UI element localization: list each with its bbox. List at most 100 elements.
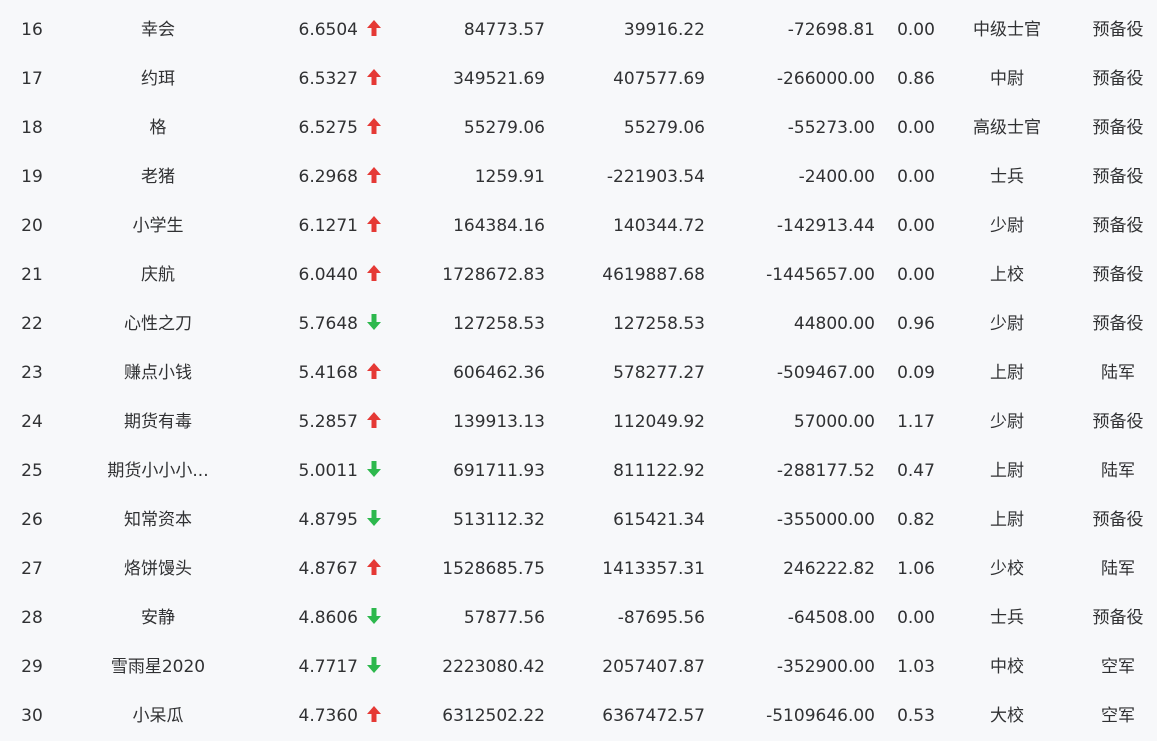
value-4-cell: 0.00 bbox=[897, 20, 935, 40]
value-3-cell: -266000.00 bbox=[776, 69, 875, 89]
table-row[interactable]: 22 心性之刀 5.7648 127258.53 127258.53 44800.00 0.… bbox=[0, 300, 1157, 349]
table-row[interactable]: 17 约珥 6.5327 349521.69 407577.69 -266000.00 0.… bbox=[0, 55, 1157, 104]
table-row[interactable]: 20 小学生 6.1271 164384.16 140344.72 -142913.44 0… bbox=[0, 202, 1157, 251]
value-2-cell: 615421.34 bbox=[613, 510, 705, 530]
rank-cell: 24 bbox=[21, 412, 43, 432]
name-cell: 小学生 bbox=[132, 216, 184, 236]
name-cell: 赚点小钱 bbox=[124, 363, 192, 383]
value-2-cell: 2057407.87 bbox=[602, 657, 705, 677]
rank-cell: 17 bbox=[21, 69, 43, 89]
table-row[interactable]: 16 幸会 6.6504 84773.57 39916.22 -72698.81 0.00 中… bbox=[0, 6, 1157, 55]
trend-cell bbox=[366, 545, 386, 594]
table-row[interactable]: 19 老猪 6.2968 1259.91 -221903.54 -2400.00 0.00 士… bbox=[0, 153, 1157, 202]
value-1-cell: 1528685.75 bbox=[442, 559, 545, 579]
value-3-cell: -72698.81 bbox=[787, 20, 875, 40]
value-3-cell: -509467.00 bbox=[776, 363, 875, 383]
arrow-down-icon bbox=[366, 656, 382, 674]
table-row[interactable]: 29 雪雨星2020 4.7717 2223080.42 2057407.87 -3529… bbox=[0, 643, 1157, 692]
table-row[interactable]: 21 庆航 6.0440 1728672.83 4619887.68 -1445657.0… bbox=[0, 251, 1157, 300]
branch-cell: 预备役 bbox=[1092, 412, 1144, 432]
table-row[interactable]: 27 烙饼馒头 4.8767 1528685.75 1413357.31 246222.8… bbox=[0, 545, 1157, 594]
arrow-down-icon bbox=[366, 509, 382, 527]
branch-cell: 预备役 bbox=[1092, 20, 1144, 40]
rank-cell: 19 bbox=[21, 167, 43, 187]
rank-cell: 23 bbox=[21, 363, 43, 383]
rank-cell: 16 bbox=[21, 20, 43, 40]
value-1-cell: 127258.53 bbox=[453, 314, 545, 334]
value-2-cell: 578277.27 bbox=[613, 363, 705, 383]
branch-cell: 空军 bbox=[1101, 657, 1135, 677]
score-cell: 4.8795 bbox=[298, 510, 358, 530]
name-cell: 小呆瓜 bbox=[132, 706, 184, 726]
value-4-cell: 1.06 bbox=[897, 559, 935, 579]
rank-cell: 27 bbox=[21, 559, 43, 579]
value-4-cell: 0.96 bbox=[897, 314, 935, 334]
value-2-cell: 127258.53 bbox=[613, 314, 705, 334]
value-2-cell: -221903.54 bbox=[606, 167, 705, 187]
arrow-up-icon bbox=[366, 215, 382, 233]
value-1-cell: 57877.56 bbox=[463, 608, 545, 628]
value-2-cell: 55279.06 bbox=[623, 118, 705, 138]
branch-cell: 陆军 bbox=[1101, 559, 1135, 579]
arrow-down-icon bbox=[366, 607, 382, 625]
military-rank-cell: 少尉 bbox=[990, 412, 1024, 432]
score-cell: 5.0011 bbox=[298, 461, 358, 481]
branch-cell: 预备役 bbox=[1092, 69, 1144, 89]
arrow-up-icon bbox=[366, 362, 382, 380]
value-4-cell: 0.00 bbox=[897, 216, 935, 236]
value-3-cell: 57000.00 bbox=[793, 412, 875, 432]
arrow-up-icon bbox=[366, 166, 382, 184]
trend-cell bbox=[366, 447, 386, 496]
table-row[interactable]: 23 赚点小钱 5.4168 606462.36 578277.27 -509467.00… bbox=[0, 349, 1157, 398]
table-row[interactable]: 30 小呆瓜 4.7360 6312502.22 6367472.57 -5109646.… bbox=[0, 692, 1157, 741]
branch-cell: 预备役 bbox=[1092, 216, 1144, 236]
value-2-cell: 112049.92 bbox=[613, 412, 705, 432]
trend-cell bbox=[366, 643, 386, 692]
trend-cell bbox=[366, 300, 386, 349]
name-cell: 雪雨星2020 bbox=[110, 657, 206, 677]
score-cell: 4.7717 bbox=[298, 657, 358, 677]
value-4-cell: 1.17 bbox=[897, 412, 935, 432]
military-rank-cell: 士兵 bbox=[990, 167, 1024, 187]
rank-cell: 20 bbox=[21, 216, 43, 236]
arrow-up-icon bbox=[366, 264, 382, 282]
arrow-down-icon bbox=[366, 313, 382, 331]
value-3-cell: -355000.00 bbox=[776, 510, 875, 530]
arrow-up-icon bbox=[366, 411, 382, 429]
table-row[interactable]: 25 期货小小小... 5.0011 691711.93 811122.92 -28817… bbox=[0, 447, 1157, 496]
arrow-up-icon bbox=[366, 68, 382, 86]
branch-cell: 陆军 bbox=[1101, 363, 1135, 383]
value-3-cell: -2400.00 bbox=[798, 167, 875, 187]
value-2-cell: 4619887.68 bbox=[602, 265, 705, 285]
arrow-up-icon bbox=[366, 705, 382, 723]
value-1-cell: 349521.69 bbox=[453, 69, 545, 89]
trend-cell bbox=[366, 398, 386, 447]
trend-cell bbox=[366, 6, 386, 55]
value-1-cell: 55279.06 bbox=[463, 118, 545, 138]
name-cell: 心性之刀 bbox=[124, 314, 192, 334]
table-row[interactable]: 24 期货有毒 5.2857 139913.13 112049.92 57000.00 1.… bbox=[0, 398, 1157, 447]
name-cell: 约珥 bbox=[141, 69, 175, 89]
name-cell: 格 bbox=[149, 118, 167, 138]
branch-cell: 预备役 bbox=[1092, 608, 1144, 628]
value-2-cell: 1413357.31 bbox=[602, 559, 705, 579]
name-cell: 烙饼馒头 bbox=[124, 559, 192, 579]
value-2-cell: 407577.69 bbox=[613, 69, 705, 89]
score-cell: 6.2968 bbox=[298, 167, 358, 187]
value-3-cell: -5109646.00 bbox=[766, 706, 875, 726]
table-row[interactable]: 28 安静 4.8606 57877.56 -87695.56 -64508.00 0.00… bbox=[0, 594, 1157, 643]
rank-cell: 22 bbox=[21, 314, 43, 334]
rank-cell: 28 bbox=[21, 608, 43, 628]
rank-cell: 21 bbox=[21, 265, 43, 285]
rank-cell: 30 bbox=[21, 706, 43, 726]
military-rank-cell: 上尉 bbox=[990, 510, 1024, 530]
branch-cell: 预备役 bbox=[1092, 510, 1144, 530]
value-4-cell: 1.03 bbox=[897, 657, 935, 677]
value-3-cell: 246222.82 bbox=[783, 559, 875, 579]
table-row[interactable]: 26 知常资本 4.8795 513112.32 615421.34 -355000.00… bbox=[0, 496, 1157, 545]
trend-cell bbox=[366, 153, 386, 202]
table-row[interactable]: 18 格 6.5275 55279.06 55279.06 -55273.00 0.00 高级… bbox=[0, 104, 1157, 153]
trend-cell bbox=[366, 251, 386, 300]
name-cell: 幸会 bbox=[141, 20, 175, 40]
value-4-cell: 0.00 bbox=[897, 167, 935, 187]
